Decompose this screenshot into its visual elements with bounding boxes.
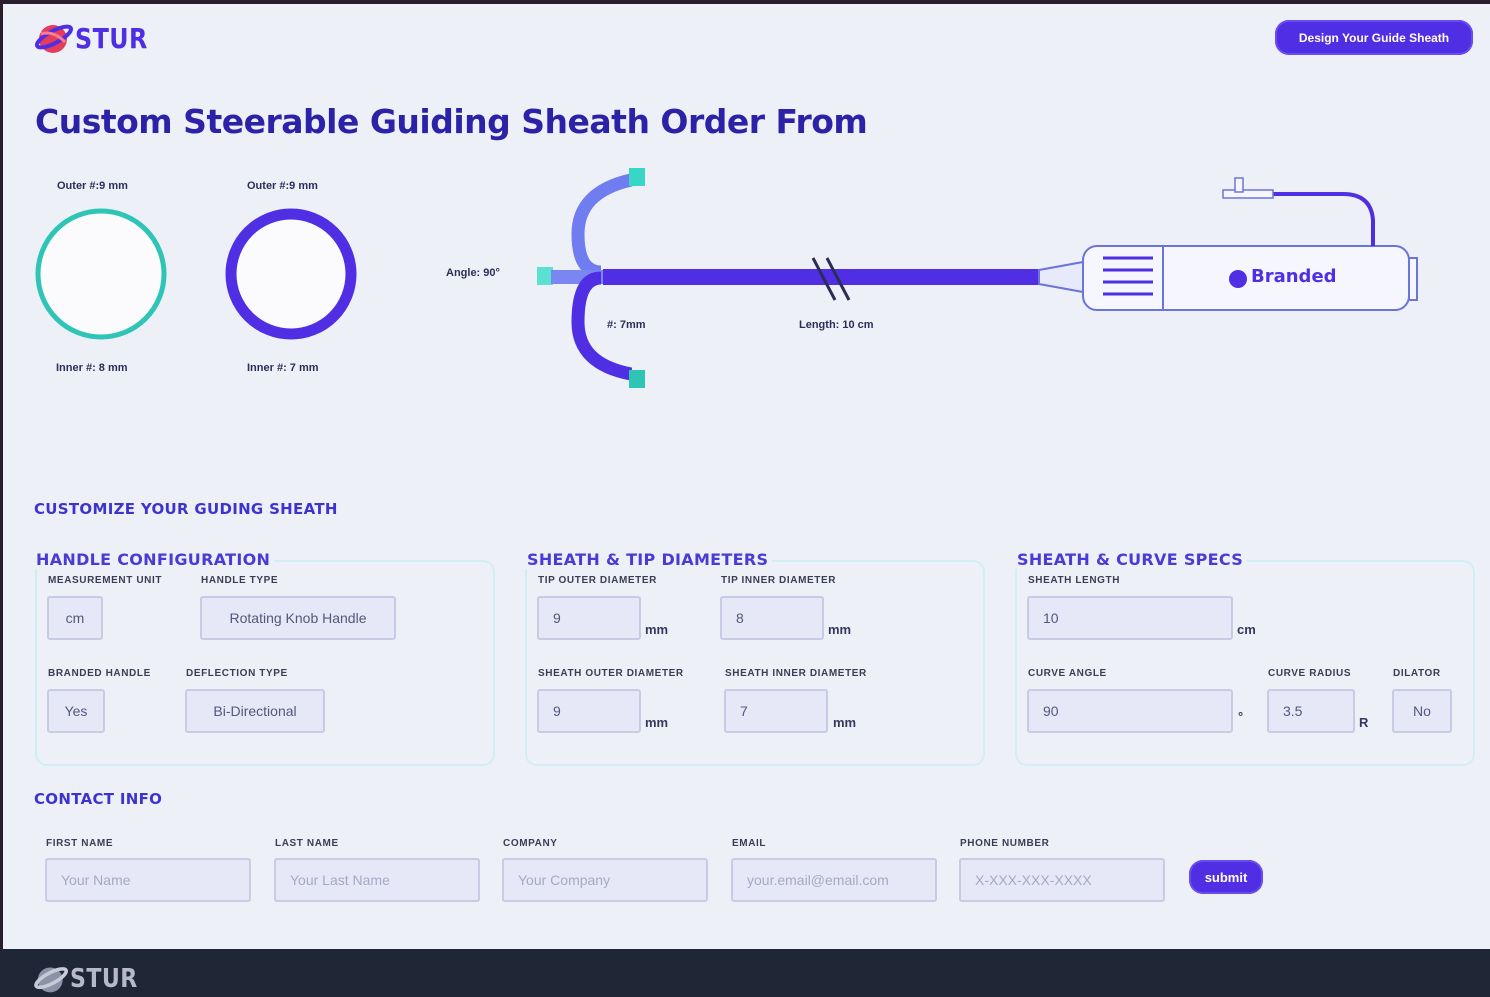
- curve-radius-input[interactable]: 3.5: [1267, 689, 1355, 733]
- tip-outer-diameter-input[interactable]: 9: [537, 596, 641, 640]
- header-logo[interactable]: STUR: [35, 20, 161, 56]
- phone-number-input[interactable]: [959, 858, 1165, 902]
- footer-logo[interactable]: STUR: [34, 963, 150, 995]
- curve-specs-title: SHEATH & CURVE SPECS: [1013, 550, 1248, 569]
- sheath-inner-diameter-input[interactable]: 7: [724, 689, 828, 733]
- order-page: STUR Design Your Guide Sheath Custom Ste…: [3, 4, 1490, 949]
- tip-outer-diameter-label: TIP OUTER DIAMETER: [538, 575, 657, 586]
- first-name-label: FIRST NAME: [46, 838, 114, 849]
- sheath-outer-diameter-input[interactable]: 9: [537, 689, 641, 733]
- sheath-outer-unit: mm: [645, 715, 669, 730]
- diameters-title: SHEATH & TIP DIAMETERS: [523, 550, 773, 569]
- sheath-length-input[interactable]: 10: [1027, 596, 1233, 640]
- last-name-label: LAST NAME: [275, 838, 339, 849]
- curve-angle-unit: °: [1238, 709, 1244, 724]
- handle-config-title: HANDLE CONFIGURATION: [32, 550, 275, 569]
- footer-logo-planet-icon: [34, 967, 69, 993]
- logo-planet-icon: [35, 24, 74, 53]
- phone-number-label: PHONE NUMBER: [960, 838, 1050, 849]
- sheath-outer-diameter-label: SHEATH OUTER DIAMETER: [538, 668, 684, 679]
- design-guide-sheath-button[interactable]: Design Your Guide Sheath: [1275, 20, 1473, 55]
- submit-button[interactable]: submit: [1189, 860, 1263, 894]
- ring1-outer-label: Outer #:9 mm: [57, 180, 128, 192]
- ring2-inner-label: Inner #: 7 mm: [247, 362, 319, 374]
- page-title: Custom Steerable Guiding Sheath Order Fr…: [35, 102, 868, 141]
- handle-branded-label: Branded: [1251, 266, 1337, 287]
- branded-handle-label: BRANDED HANDLE: [48, 668, 151, 679]
- angle-label: Angle: 90°: [446, 267, 500, 279]
- email-input[interactable]: [731, 858, 937, 902]
- ring2-outer-label: Outer #:9 mm: [247, 180, 318, 192]
- sheath-inner-unit: mm: [833, 715, 857, 730]
- dilator-select[interactable]: No: [1392, 689, 1452, 733]
- ring1-diagram: [35, 208, 167, 340]
- handle-type-label: HANDLE TYPE: [201, 575, 279, 586]
- sheath-length-label: SHEATH LENGTH: [1028, 575, 1121, 586]
- tip-inner-diameter-label: TIP INNER DIAMETER: [721, 575, 837, 586]
- first-name-input[interactable]: [45, 858, 251, 902]
- logo-text: STUR: [75, 21, 148, 55]
- footer-logo-text: STUR: [70, 964, 138, 994]
- curve-radius-unit: R: [1359, 715, 1369, 730]
- footer: STUR: [0, 949, 1490, 997]
- tip-inner-unit: mm: [828, 622, 852, 637]
- measurement-unit-label: MEASUREMENT UNIT: [48, 575, 163, 586]
- tip-outer-unit: mm: [645, 622, 669, 637]
- handle-type-select[interactable]: Rotating Knob Handle: [200, 596, 396, 640]
- diameters-group: [525, 560, 985, 766]
- tip-inner-diameter-input[interactable]: 8: [720, 596, 824, 640]
- curve-radius-label: CURVE RADIUS: [1268, 668, 1352, 679]
- ring1-inner-label: Inner #: 8 mm: [56, 362, 128, 374]
- company-label: COMPANY: [503, 838, 558, 849]
- contact-info-heading: CONTACT INFO: [34, 790, 163, 808]
- curve-angle-input[interactable]: 90: [1027, 689, 1233, 733]
- sheath-inner-diameter-label: SHEATH INNER DIAMETER: [725, 668, 867, 679]
- deflection-type-select[interactable]: Bi-Directional: [185, 689, 325, 733]
- sheath-length-unit: cm: [1237, 622, 1256, 637]
- email-label: EMAIL: [732, 838, 767, 849]
- branded-handle-select[interactable]: Yes: [47, 689, 105, 733]
- ring2-diagram: [225, 208, 357, 340]
- handle-config-group: [35, 560, 495, 766]
- measurement-unit-select[interactable]: cm: [47, 596, 103, 640]
- dilator-label: DILATOR: [1393, 668, 1441, 679]
- customize-heading: CUSTOMIZE YOUR GUDING SHEATH: [34, 500, 338, 518]
- company-input[interactable]: [502, 858, 708, 902]
- curve-specs-group: [1015, 560, 1475, 766]
- length-label: Length: 10 cm: [799, 319, 874, 331]
- curve-angle-label: CURVE ANGLE: [1028, 668, 1107, 679]
- tip-diameter-label: #: 7mm: [607, 319, 646, 331]
- deflection-type-label: DEFLECTION TYPE: [186, 668, 288, 679]
- last-name-input[interactable]: [274, 858, 480, 902]
